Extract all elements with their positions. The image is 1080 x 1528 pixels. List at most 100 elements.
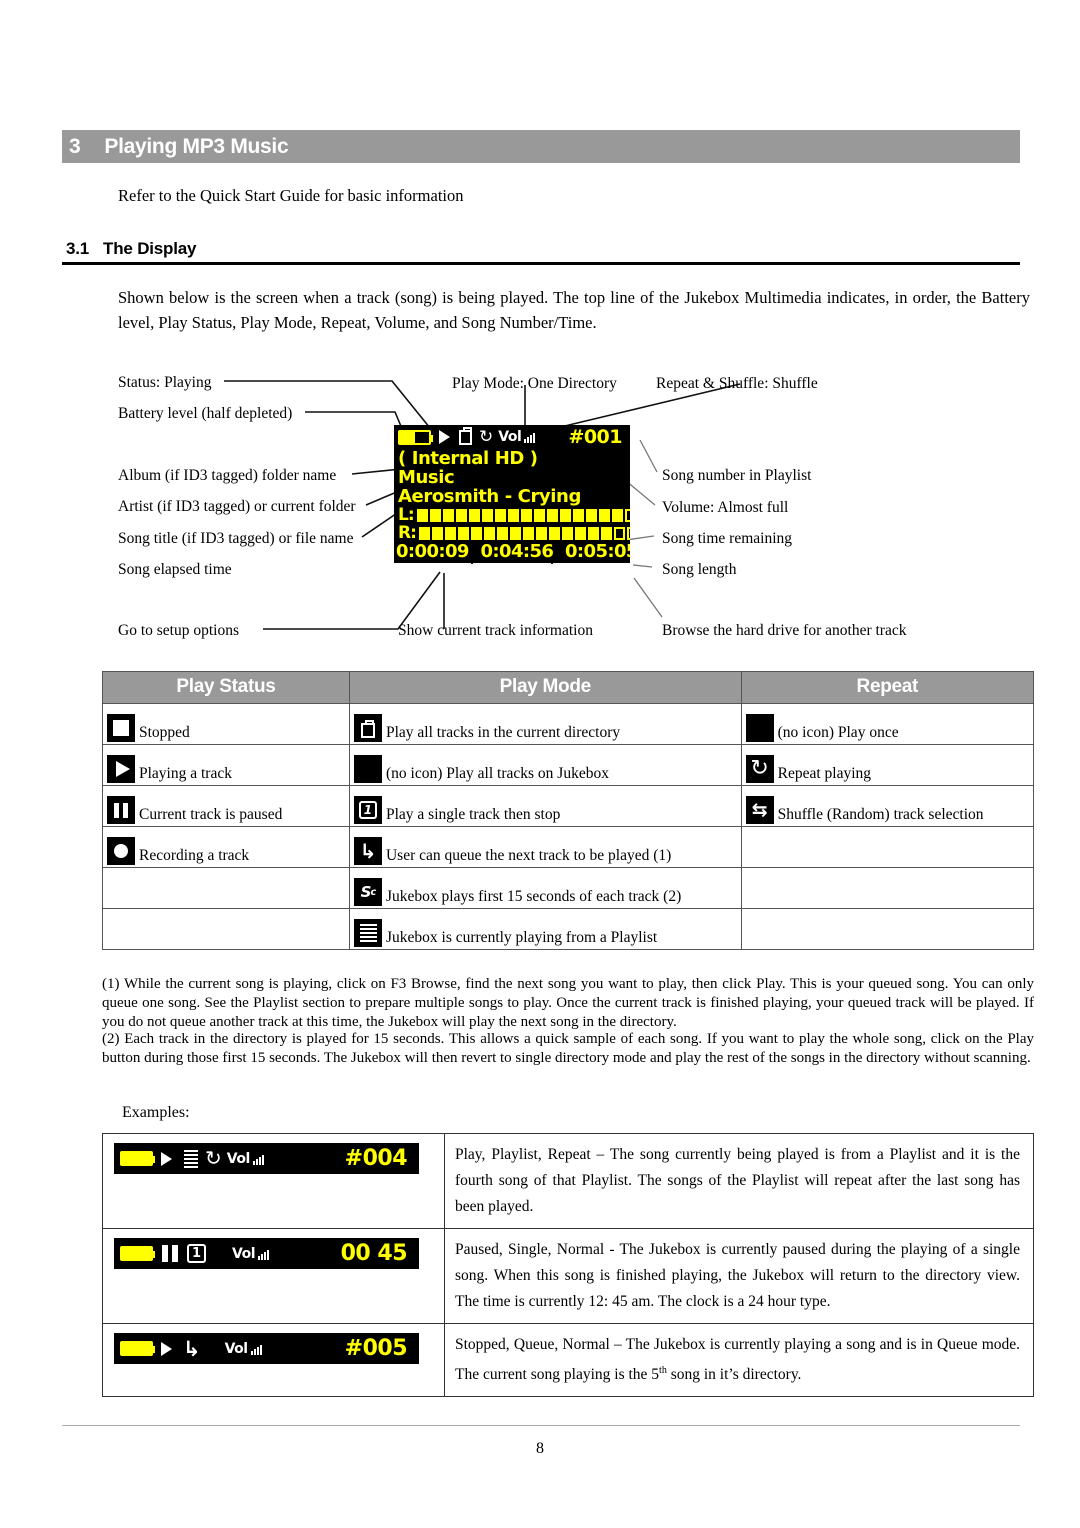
directory-icon [459,426,472,445]
shuffle-icon: ⇆ [745,796,774,824]
callout-album: Album (if ID3 tagged) folder name [118,467,337,484]
battery-full-icon [120,1151,155,1166]
example-lcd-cell-2: 1 Vol 00 45 [102,1228,445,1324]
callout-length: Song length [662,561,737,578]
play-icon [161,1151,172,1166]
table-row: Current track is paused 1 Play a single … [102,785,1035,827]
queue-icon: ↳ [353,837,382,865]
cell-play-mode-directory: Play all tracks in the current directory [348,703,742,745]
vu-segment-on [431,526,443,540]
track-number: #001 [568,426,622,448]
section-number: 3.1 [66,239,90,258]
example-value-3: #005 [344,1336,408,1361]
cell-repeat-empty-1 [740,826,1035,868]
cell-repeat-once: (no icon) Play once [740,703,1035,745]
vu-segment-on [587,526,599,540]
vu-segment-off [613,526,625,540]
lcd-album-line: ( Internal HD ) [398,448,538,469]
cell-play-status-paused: Current track is paused [102,785,350,827]
vu-segment-off [626,526,630,540]
cell-play-status-stopped: Stopped [102,703,350,745]
pause-icon [107,796,135,824]
blank-icon [745,714,774,742]
example-value-1: #004 [344,1146,408,1171]
vu-segment-on [535,526,547,540]
lcd-time-row: 0:00:09 0:04:56 0:05:05 [394,542,630,562]
label-single-track: Play a single track then stop [385,806,561,823]
single-track-icon: 1 [353,796,382,824]
example-text-1: Play, Playlist, Repeat – The song curren… [444,1133,1034,1229]
vu-segment-on [429,508,441,522]
volume-icon [252,1153,264,1165]
intro-line: Refer to the Quick Start Guide for basic… [118,186,464,205]
play-icon [161,1341,172,1356]
vu-segment-on [546,508,558,522]
vu-segment-off [624,508,630,522]
examples-label: Examples: [122,1104,190,1121]
battery-full-icon [120,1341,155,1356]
vu-segment-on [533,508,545,522]
battery-full-icon [120,1246,155,1261]
vu-segment-on [494,508,506,522]
cell-play-mode-queue: ↳ User can queue the next track to be pl… [348,826,742,868]
example-text-3: Stopped, Queue, Normal – The Jukebox is … [444,1322,1034,1398]
example-row-2: 1 Vol 00 45 Paused, Single, Normal - The… [102,1228,1034,1324]
label-play-once: (no icon) Play once [777,724,899,741]
vu-segment-on [457,526,469,540]
label-repeat-playing: Repeat playing [777,765,872,782]
cell-repeat-playing: ↻ Repeat playing [740,744,1035,786]
pause-icon [162,1245,178,1262]
footnote-1: (1) While the current song is playing, c… [102,976,1034,1030]
repeat-icon: ↻ [479,427,494,447]
section-divider [62,262,1020,265]
repeat-icon: ↻ [205,1146,222,1170]
document-page: 3 Playing MP3 Music Refer to the Quick S… [0,0,1080,1528]
examples-table: ↻ Vol #004 Play, Playlist, Repeat – The … [102,1133,1034,1398]
softkey-browse[interactable]: Browse [553,563,630,564]
example-lcd-cell-3: ↳ Vol #005 [102,1322,445,1398]
softkey-info[interactable]: Info [473,563,553,564]
volume-icon [258,1248,269,1260]
label-shuffle: Shuffle (Random) track selection [777,806,984,823]
callout-song-number: Song number in Playlist [662,467,812,484]
label-directory: Play all tracks in the current directory [385,724,621,741]
header-play-status: Play Status [102,671,350,704]
chapter-title: Playing MP3 Music [104,134,289,158]
time-elapsed: 0:00:09 [396,541,469,562]
example-text-3-sup: th [659,1365,667,1376]
label-stopped: Stopped [139,724,190,741]
volume-icon [524,431,536,443]
record-icon [107,837,135,865]
callout-artist: Artist (if ID3 tagged) or current folder [118,498,356,515]
table-row: Playing a track (no icon) Play all track… [102,744,1035,786]
volume-icon [250,1343,262,1355]
footer-divider [62,1425,1020,1426]
callout-song-title: Song title (if ID3 tagged) or file name [118,530,354,547]
callout-browse: Browse the hard drive for another track [662,622,907,639]
table-row: Recording a track ↳ User can queue the n… [102,826,1035,868]
chapter-heading-bar: 3 Playing MP3 Music [62,130,1020,163]
vu-segment-on [522,526,534,540]
vu-meter-left: L: [394,505,630,525]
cell-repeat-shuffle: ⇆ Shuffle (Random) track selection [740,785,1035,827]
cell-play-mode-all: (no icon) Play all tracks on Jukebox [348,744,742,786]
lcd-softkey-bar: Setup Info Browse [394,563,630,564]
example-lcd-3: ↳ Vol #005 [114,1333,419,1364]
vu-segment-on [561,526,573,540]
lcd-title-line: Aerosmith - Crying [398,486,581,507]
label-recording: Recording a track [139,847,250,864]
callout-battery: Battery level (half depleted) [118,405,293,422]
vu-segment-on [483,526,495,540]
section-heading: 3.1 The Display [66,239,196,259]
label-paused: Current track is paused [139,806,283,823]
icon-legend-table: Play Status Play Mode Repeat Stopped Pla… [102,671,1035,950]
example-text-2: Paused, Single, Normal - The Jukebox is … [444,1228,1034,1324]
vu-segment-on [572,508,584,522]
label-playing: Playing a track [139,765,232,782]
cell-repeat-empty-2 [740,867,1035,909]
softkey-setup[interactable]: Setup [394,563,474,564]
callout-play-mode: Play Mode: One Directory [452,375,617,392]
lcd-artist-line: Music [398,467,455,488]
jukebox-lcd-display: ↻ Vol #001 ( Internal HD ) Music Aerosmi… [394,425,630,564]
section-title: The Display [103,239,197,258]
